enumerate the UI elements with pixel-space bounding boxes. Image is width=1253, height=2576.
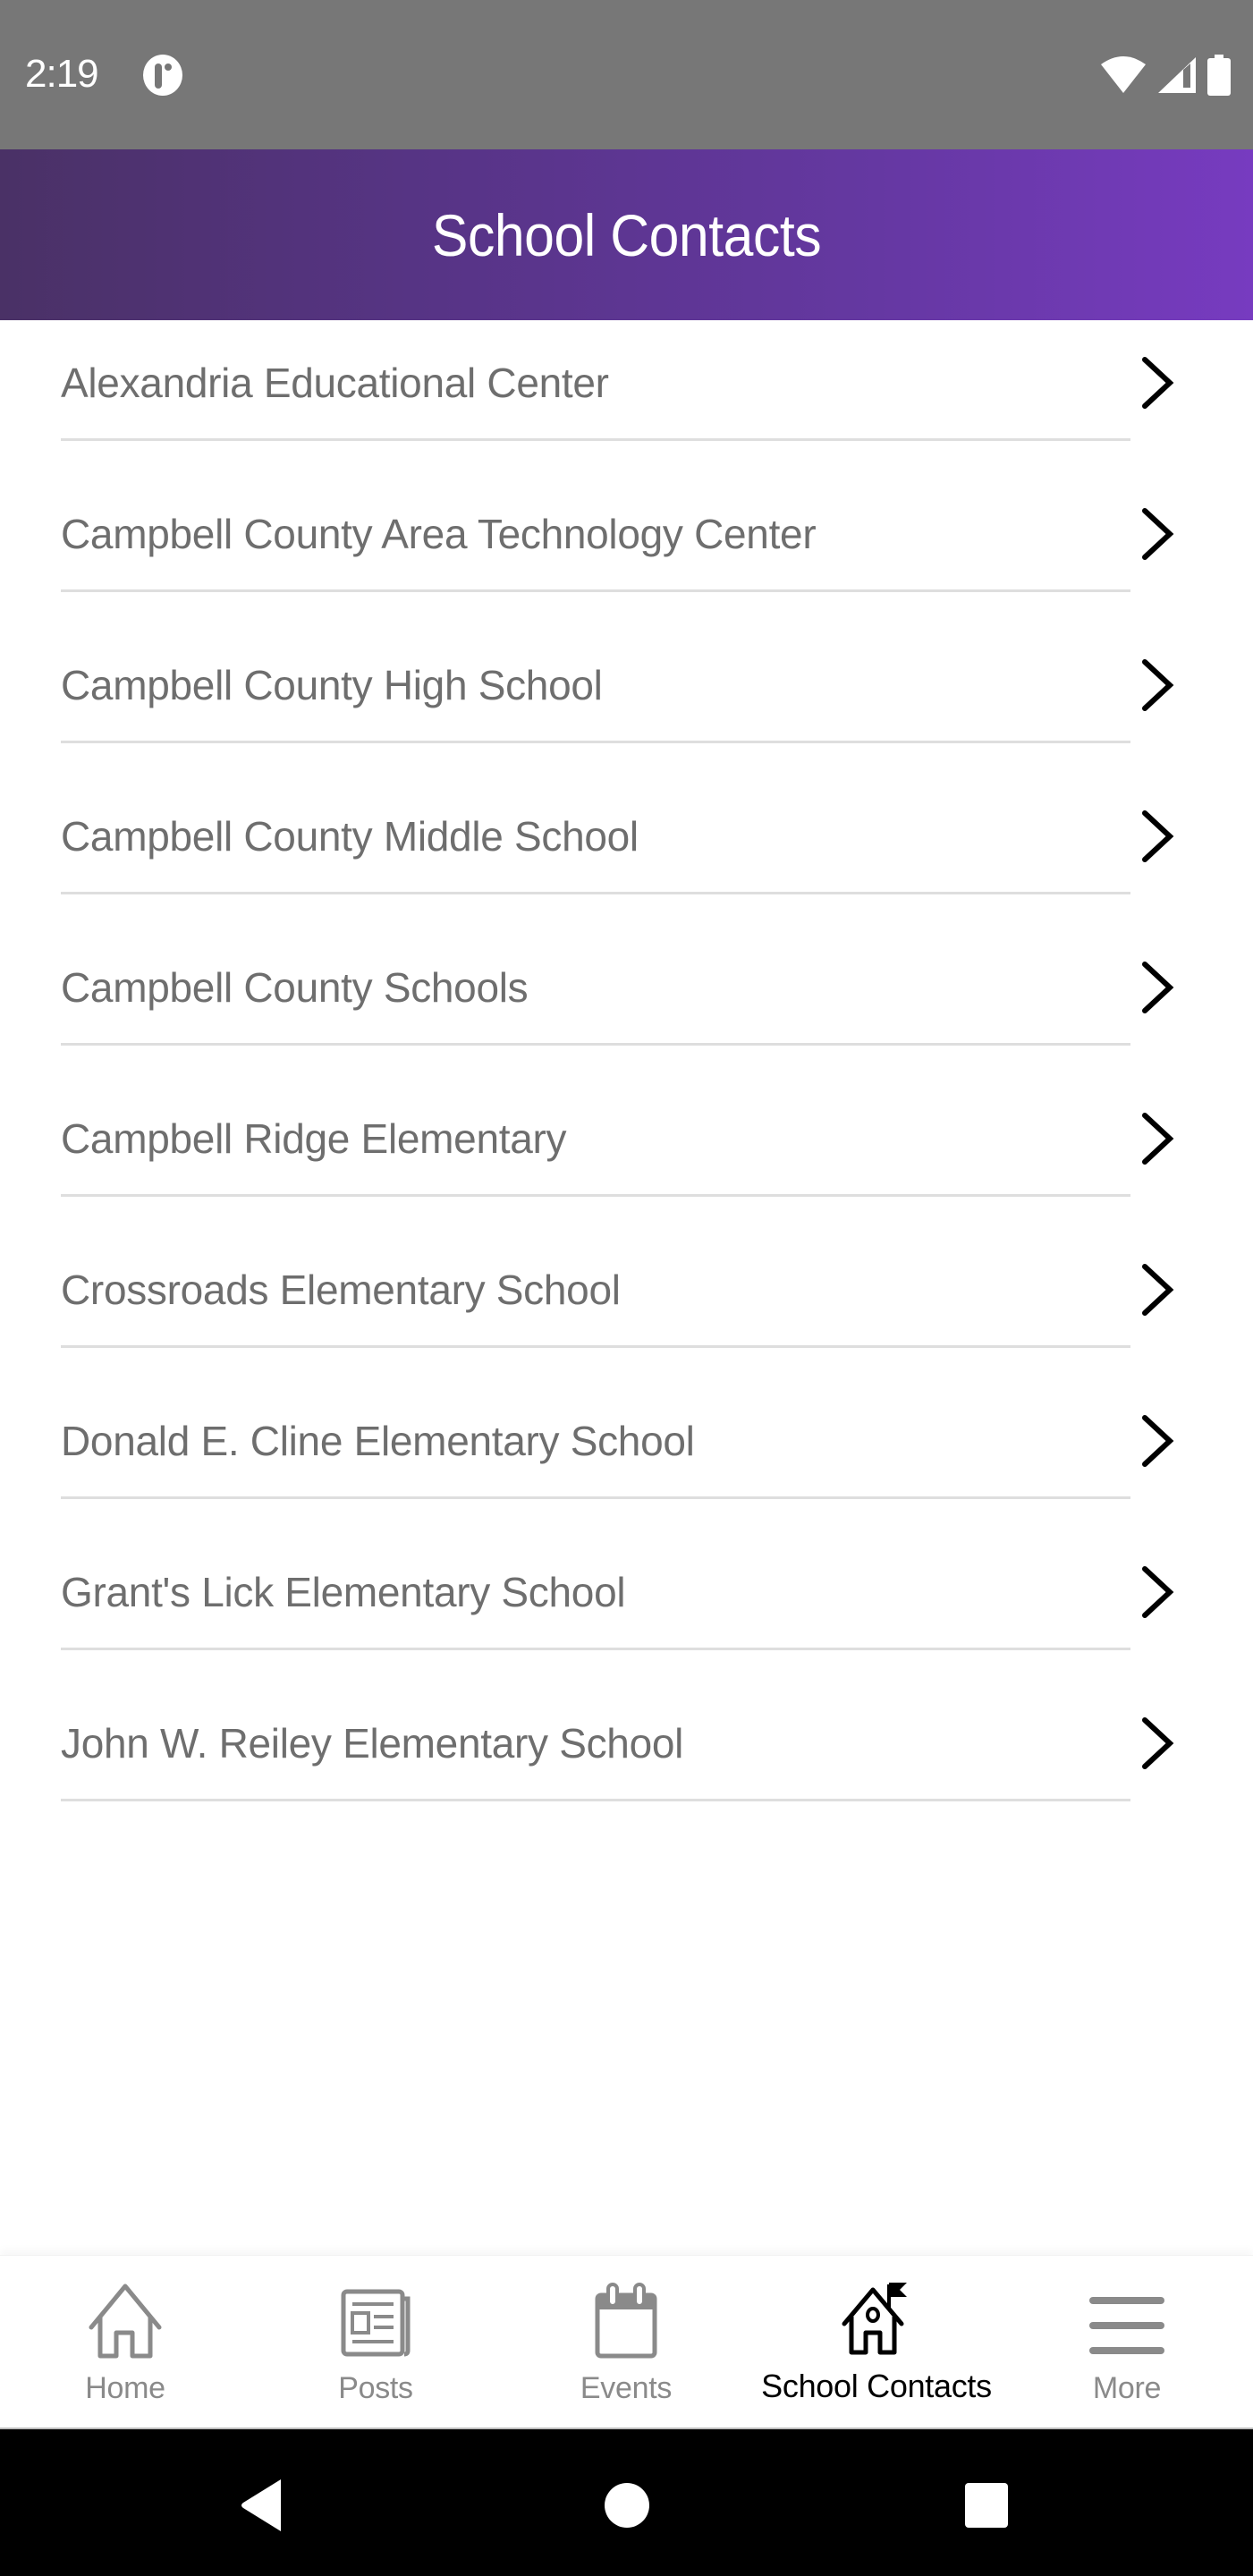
contact-list-item[interactable]: Campbell County High School: [0, 623, 1253, 774]
contact-name: John W. Reiley Elementary School: [61, 1720, 684, 1767]
contact-list-item[interactable]: Crossroads Elementary School: [0, 1227, 1253, 1378]
contact-name: Grant's Lick Elementary School: [61, 1569, 626, 1615]
contact-list-item[interactable]: Campbell County Area Technology Center: [0, 471, 1253, 623]
list-divider: [61, 1496, 1130, 1499]
system-navigation-bar: [0, 2428, 1253, 2576]
calendar-icon: [595, 2283, 657, 2359]
contact-name: Campbell County Schools: [61, 964, 529, 1011]
battery-icon: [1207, 55, 1231, 96]
nav-label-home: Home: [85, 2371, 165, 2405]
chevron-right-icon: [1142, 1264, 1174, 1316]
chevron-right-icon: [1142, 659, 1174, 711]
list-divider: [61, 438, 1130, 441]
page-title: School Contacts: [431, 201, 822, 268]
contact-list-item[interactable]: Campbell County Middle School: [0, 774, 1253, 925]
bottom-navigation: Home Posts Events School Contacts More: [0, 2255, 1253, 2428]
nav-tab-more[interactable]: More: [1002, 2256, 1252, 2428]
contact-name: Campbell Ridge Elementary: [61, 1115, 567, 1162]
contact-list-item[interactable]: Alexandria Educational Center: [0, 320, 1253, 471]
chevron-right-icon: [1142, 357, 1174, 409]
chevron-right-icon: [1142, 1717, 1174, 1769]
school-flag-icon: [842, 2283, 907, 2355]
contact-list-item[interactable]: Campbell Ridge Elementary: [0, 1076, 1253, 1227]
nav-tab-school-contacts[interactable]: School Contacts: [751, 2256, 1002, 2428]
contact-name: Crossroads Elementary School: [61, 1267, 621, 1313]
contact-name: Campbell County Area Technology Center: [61, 511, 817, 557]
contact-name: Campbell County High School: [61, 662, 603, 708]
school-contacts-list: Alexandria Educational Center Campbell C…: [0, 320, 1253, 1832]
newspaper-icon: [341, 2289, 411, 2357]
nav-label-events: Events: [580, 2371, 673, 2405]
list-divider: [61, 892, 1130, 894]
list-divider: [61, 1345, 1130, 1348]
nav-label-posts: Posts: [338, 2371, 413, 2405]
contact-list-item[interactable]: Grant's Lick Elementary School: [0, 1530, 1253, 1681]
status-time: 2:19: [25, 52, 99, 96]
status-bar: 2:19: [0, 0, 1253, 149]
cell-signal-icon: [1158, 57, 1196, 93]
list-divider: [61, 589, 1130, 592]
home-icon: [89, 2284, 162, 2359]
app-notification-icon: [143, 55, 182, 96]
list-divider: [61, 1648, 1130, 1650]
chevron-right-icon: [1142, 810, 1174, 862]
nav-tab-posts[interactable]: Posts: [250, 2256, 501, 2428]
contact-name: Donald E. Cline Elementary School: [61, 1418, 695, 1464]
chevron-right-icon: [1142, 508, 1174, 560]
contact-list-item[interactable]: Donald E. Cline Elementary School: [0, 1378, 1253, 1530]
chevron-right-icon: [1142, 1113, 1174, 1165]
nav-tab-home[interactable]: Home: [0, 2256, 250, 2428]
nav-tab-events[interactable]: Events: [501, 2256, 751, 2428]
nav-label-school-contacts: School Contacts: [761, 2368, 992, 2404]
recents-icon[interactable]: [955, 2474, 1018, 2537]
menu-icon: [1089, 2297, 1164, 2354]
contact-list-item[interactable]: Campbell County Schools: [0, 925, 1253, 1076]
nav-label-more: More: [1092, 2371, 1162, 2405]
contact-name: Campbell County Middle School: [61, 813, 639, 860]
chevron-right-icon: [1142, 1415, 1174, 1467]
app-header: School Contacts: [0, 149, 1253, 320]
wifi-icon: [1101, 56, 1146, 93]
contact-list-item[interactable]: John W. Reiley Elementary School: [0, 1681, 1253, 1832]
contact-name: Alexandria Educational Center: [61, 360, 609, 406]
list-divider: [61, 1799, 1130, 1801]
list-divider: [61, 1043, 1130, 1046]
status-icons: [1099, 54, 1232, 97]
back-icon[interactable]: [231, 2474, 293, 2537]
chevron-right-icon: [1142, 962, 1174, 1013]
chevron-right-icon: [1142, 1566, 1174, 1618]
list-divider: [61, 741, 1130, 743]
list-divider: [61, 1194, 1130, 1197]
home-circle-icon[interactable]: [596, 2474, 658, 2537]
